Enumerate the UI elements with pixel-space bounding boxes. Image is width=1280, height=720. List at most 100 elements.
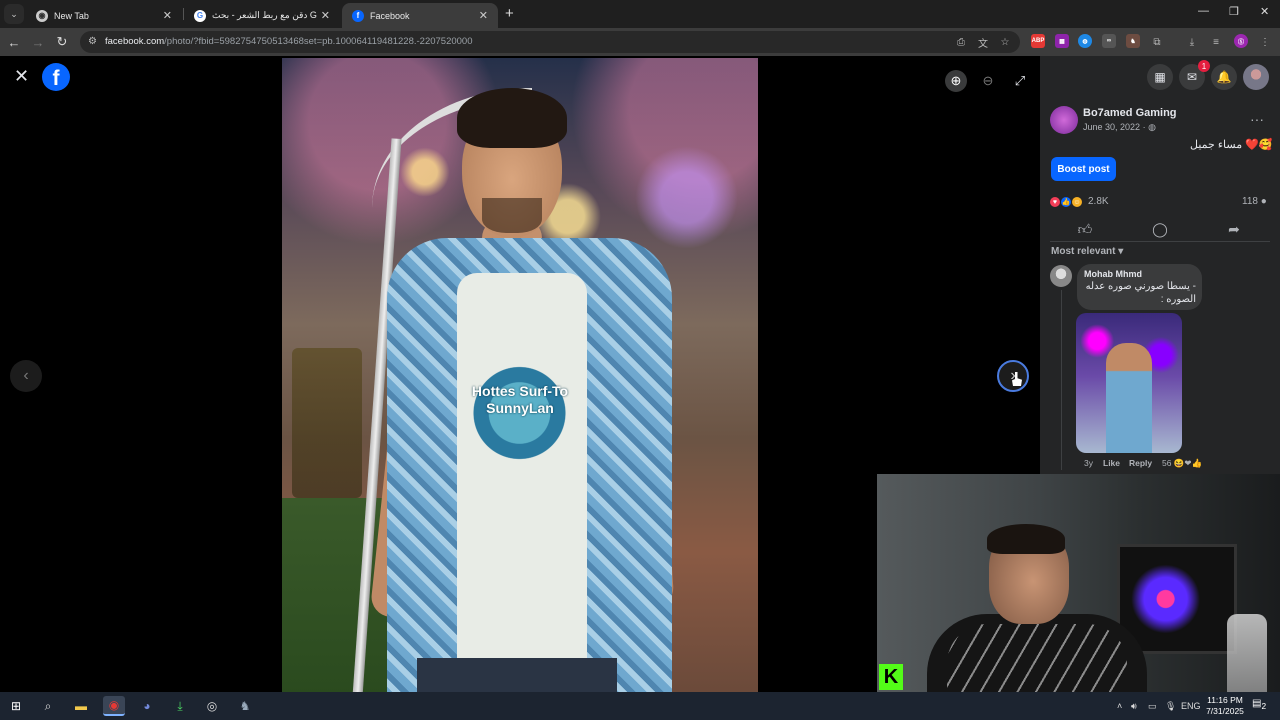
account-avatar[interactable] [1243, 64, 1269, 90]
close-viewer-icon[interactable]: ✕ [14, 66, 29, 87]
tab-facebook[interactable]: f Facebook ✕ [342, 3, 498, 28]
url-path: /photo/?fbid=5982754750513468set=pb.1000… [164, 36, 473, 47]
volume-icon[interactable]: 🔊︎ [1131, 701, 1137, 712]
extension-icon[interactable]: ▦ [1055, 34, 1069, 48]
zoom-in-icon[interactable]: ⊕ [945, 70, 967, 92]
comment-text: - يسطا صورني صوره عدله الصوره : [1085, 281, 1196, 305]
comment-thread-line [1061, 290, 1062, 470]
tab-close-icon[interactable]: ✕ [479, 9, 488, 22]
kick-logo-icon: K [879, 664, 903, 690]
reload-icon[interactable]: ↻ [52, 32, 72, 52]
boost-post-button[interactable]: Boost post [1051, 157, 1116, 181]
tab-close-icon[interactable]: ✕ [163, 9, 172, 22]
apps-menu-icon[interactable]: ▦ [1147, 64, 1173, 90]
install-app-icon[interactable]: ⎙ [954, 35, 968, 49]
commenter-avatar[interactable] [1050, 265, 1072, 287]
url-domain: facebook.com [105, 36, 165, 47]
comment-bubble-icon: ● [1260, 196, 1267, 207]
photo-jeans [417, 658, 617, 692]
photo-beard [482, 198, 542, 233]
taskbar-clock[interactable]: 11:16 PM 7/31/2025 [1200, 695, 1250, 717]
extensions-puzzle-icon[interactable]: ⧉ [1150, 35, 1164, 49]
chrome-taskbar-icon[interactable]: ◉ [103, 696, 125, 716]
webcam-lamp [1227, 614, 1267, 692]
messenger-badge: 1 [1198, 60, 1210, 72]
media-controls-icon[interactable]: ≡ [1209, 35, 1223, 49]
notifications-bell-icon[interactable]: 🔔 [1211, 64, 1237, 90]
post-photo[interactable]: Hottes Surf-To SunnyLan [282, 58, 758, 692]
notification-center-icon[interactable]: ▤2 [1252, 698, 1266, 712]
comment-author-link[interactable]: Mohab Mhmd [1084, 269, 1142, 279]
post-caption: مساء جميل ❤️🥰 [1190, 139, 1273, 151]
webcam-shirt-pattern [947, 624, 1127, 692]
more-options-icon[interactable]: ··· [1250, 111, 1264, 127]
app-icon[interactable]: ♞ [234, 696, 256, 716]
comment-reactions[interactable]: 56 😆❤👍 [1162, 458, 1202, 469]
discord-icon[interactable]: ◕ [136, 696, 158, 716]
divider [1050, 241, 1270, 242]
site-info-icon[interactable]: ⚙ [88, 36, 100, 48]
zoom-out-icon[interactable]: ⊖ [977, 70, 999, 92]
tab-search-button[interactable]: ⌄ [4, 4, 24, 24]
search-icon[interactable]: ⌕ [37, 696, 59, 716]
translate-icon[interactable]: 文 [976, 35, 990, 50]
previous-photo-button[interactable]: ‹ [10, 360, 42, 392]
clock-date: 7/31/2025 [1206, 706, 1244, 716]
comment-photo[interactable] [1076, 313, 1182, 453]
like-action-icon[interactable]: 👍︎ [1076, 220, 1094, 238]
comment-sort-dropdown[interactable]: Most relevant ▾ [1051, 246, 1123, 257]
profile-icon[interactable]: Ⓢ [1234, 34, 1248, 48]
tab-close-icon[interactable]: ✕ [321, 9, 330, 22]
back-icon[interactable]: ← [4, 32, 24, 52]
comments-count-group[interactable]: 118 ● [1242, 196, 1267, 207]
clock-time: 11:16 PM [1207, 695, 1243, 705]
page-name-link[interactable]: Bo7amed Gaming [1083, 107, 1177, 119]
tab-title: New Tab [54, 10, 89, 21]
restore-icon[interactable]: ❐ [1229, 5, 1239, 18]
post-date[interactable]: June 30, 2022 [1083, 122, 1140, 132]
tab-title: Facebook [370, 10, 410, 21]
comment-like-button[interactable]: Like [1103, 458, 1120, 468]
facebook-logo-icon[interactable]: f [42, 63, 70, 91]
comments-count: 118 [1242, 196, 1258, 207]
microphone-icon[interactable]: 🎙︎ [1165, 701, 1176, 712]
language-indicator[interactable]: ENG [1181, 701, 1201, 711]
minimize-icon[interactable]: — [1198, 5, 1209, 17]
next-photo-button[interactable]: › [997, 360, 1029, 392]
extension-icon[interactable]: ∞ [1102, 34, 1116, 48]
address-bar[interactable]: ⚙ facebook.com/photo/?fbid=5982754750513… [80, 31, 1020, 53]
comment-action-icon[interactable]: ◯ [1151, 220, 1169, 238]
forward-icon[interactable]: → [28, 32, 48, 52]
page-avatar[interactable] [1050, 106, 1078, 134]
tray-overflow-icon[interactable]: ˄ [1117, 701, 1122, 711]
chrome-menu-icon[interactable]: ⋮ [1258, 35, 1272, 49]
chevron-left-icon: ‹ [23, 367, 29, 384]
browser-toolbar: ← → ↻ ⚙ facebook.com/photo/?fbid=5982754… [0, 28, 1280, 56]
windows-start-icon[interactable]: ⊞ [5, 696, 27, 716]
app-icon[interactable]: ⤓ [169, 696, 191, 716]
reactions-count[interactable]: 2.8K [1088, 196, 1109, 207]
extension-icon[interactable]: ♞ [1126, 34, 1140, 48]
notification-count: 2 [1261, 701, 1267, 711]
windows-taskbar: ⊞ ⌕ ▬ ◉ ◕ ⤓ ◎ ♞ ˄ 🔊︎ ▭ 🎙︎ ENG 11:16 PM 7… [0, 692, 1280, 720]
comment-reply-button[interactable]: Reply [1129, 458, 1152, 468]
photo-background-chair [292, 348, 362, 498]
share-action-icon[interactable]: ➦ [1225, 220, 1243, 238]
window-close-icon[interactable]: ✕ [1260, 5, 1269, 18]
download-icon[interactable]: ⤓ [1185, 35, 1199, 49]
tab-new-tab[interactable]: ◉ New Tab ✕ [26, 3, 182, 28]
obs-icon[interactable]: ◎ [201, 696, 223, 716]
comment-age[interactable]: 3y [1084, 458, 1093, 468]
bookmark-star-icon[interactable]: ☆ [998, 35, 1012, 49]
url-text[interactable]: facebook.com/photo/?fbid=598275475051346… [105, 36, 473, 47]
tab-google-search[interactable]: G دقن مع ربط الشعر - بحث Google ✕ [184, 3, 340, 28]
fullscreen-icon[interactable]: ⤢ [1009, 70, 1031, 92]
extension-icon[interactable]: ◍ [1078, 34, 1092, 48]
comment-reaction-count: 56 [1162, 458, 1172, 468]
file-explorer-icon[interactable]: ▬ [70, 696, 92, 716]
new-tab-icon[interactable]: + [505, 5, 514, 22]
comment-reaction-icons: 😆❤👍 [1173, 458, 1203, 468]
network-icon[interactable]: ▭ [1148, 701, 1157, 712]
care-reaction-icon: ☺ [1071, 196, 1083, 208]
adblock-extension-icon[interactable]: ABP [1031, 34, 1045, 48]
